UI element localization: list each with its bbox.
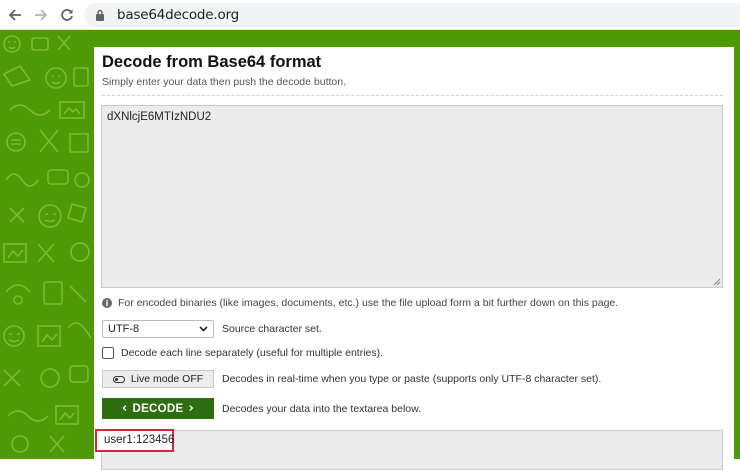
decode-row: ‹ DECODE › Decodes your data into the te… — [102, 398, 421, 419]
charset-selected: UTF-8 — [108, 323, 140, 335]
info-note: i For encoded binaries (like images, doc… — [102, 297, 618, 309]
decode-label: DECODE — [132, 402, 184, 415]
charset-select[interactable]: UTF-8 — [102, 320, 214, 338]
decode-description: Decodes your data into the textarea belo… — [222, 402, 422, 415]
info-text: For encoded binaries (like images, docum… — [118, 297, 619, 309]
input-textarea[interactable]: dXNlcjE6MTIzNDU2 — [101, 105, 723, 288]
forward-arrow-icon[interactable] — [30, 4, 52, 26]
back-arrow-icon[interactable] — [4, 4, 26, 26]
each-line-label[interactable]: Decode each line separately (useful for … — [121, 347, 383, 359]
each-line-row: Decode each line separately (useful for … — [102, 347, 383, 359]
charset-description: Source character set. — [222, 323, 322, 335]
url-text: base64decode.org — [117, 7, 240, 23]
charset-row: UTF-8 Source character set. — [102, 320, 322, 338]
resize-grip-icon[interactable] — [713, 278, 721, 286]
page-title: Decode from Base64 format — [102, 53, 322, 71]
divider — [102, 95, 723, 96]
browser-toolbar: base64decode.org — [0, 0, 740, 30]
chevron-right-icon: › — [188, 401, 195, 416]
live-mode-description: Decodes in real-time when you type or pa… — [222, 373, 602, 385]
each-line-checkbox[interactable] — [102, 347, 114, 359]
input-text: dXNlcjE6MTIzNDU2 — [107, 111, 212, 123]
reload-icon[interactable] — [56, 4, 78, 26]
live-mode-row: Live mode OFF Decodes in real-time when … — [102, 370, 601, 388]
address-bar[interactable]: base64decode.org — [84, 3, 740, 27]
decoder-panel: Decode from Base64 format Simply enter y… — [94, 47, 734, 470]
page-subtitle: Simply enter your data then push the dec… — [102, 76, 346, 88]
output-text: user1:123456 — [104, 434, 175, 446]
chevron-left-icon: ‹ — [121, 401, 128, 416]
decode-button[interactable]: ‹ DECODE › — [102, 398, 214, 419]
chevron-down-icon — [199, 326, 208, 332]
output-textarea[interactable] — [101, 430, 723, 470]
info-icon: i — [102, 298, 112, 308]
lock-icon — [93, 8, 107, 22]
live-mode-label: Live mode OFF — [130, 373, 204, 385]
doodle-pattern — [2, 35, 92, 453]
live-mode-button[interactable]: Live mode OFF — [102, 370, 214, 388]
toggle-icon — [112, 375, 125, 383]
